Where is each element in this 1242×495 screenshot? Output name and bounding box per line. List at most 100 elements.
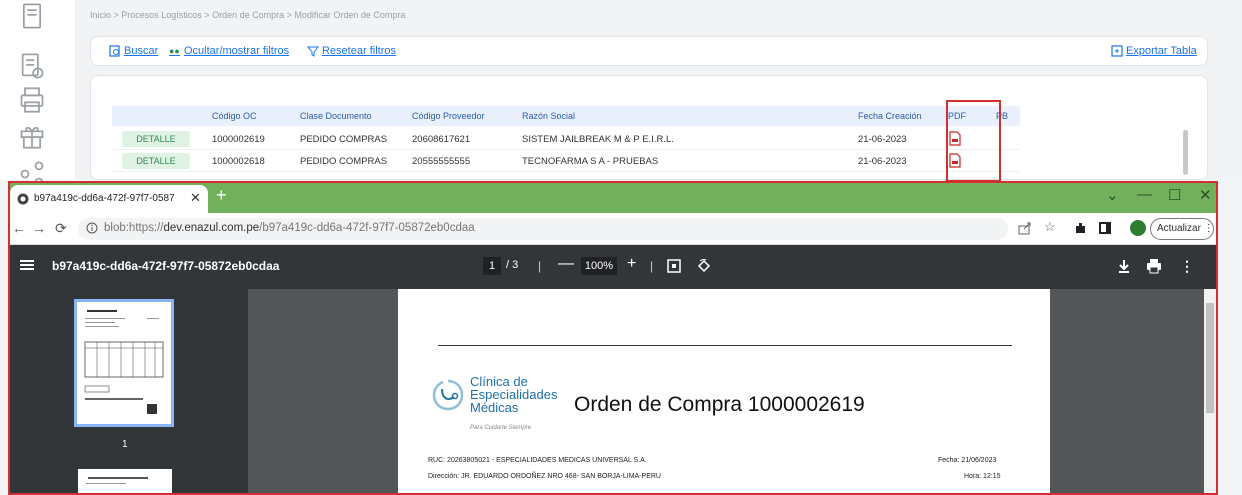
bookmark-star-icon[interactable]: ☆ xyxy=(1044,219,1058,234)
search-icon xyxy=(109,45,120,57)
export-table-label: Exportar Tabla xyxy=(1126,45,1197,57)
page-number-input[interactable]: 1 xyxy=(483,257,501,275)
export-table-button[interactable]: Exportar Tabla xyxy=(1111,45,1197,57)
reset-filters-button[interactable]: Resetear filtros xyxy=(307,45,396,57)
update-button[interactable]: Actualizar ⋮ xyxy=(1150,218,1214,240)
document-icon[interactable] xyxy=(18,2,46,30)
window-close-icon[interactable]: ✕ xyxy=(1199,186,1212,204)
address-bar: ← → ⟳ blob:https://dev.enazul.com.pe/b97… xyxy=(10,213,1216,245)
cell-codigo-oc: 1000002618 xyxy=(212,156,265,167)
minimize-icon[interactable]: — xyxy=(1137,186,1152,203)
pdf-viewer: 1 Clínica de Especialidades Médicas Para… xyxy=(10,289,1216,493)
thumbnail-page-number: 1 xyxy=(122,439,128,450)
update-label: Actualizar xyxy=(1157,223,1201,234)
clinic-logo-icon xyxy=(432,379,464,411)
page-total: / 3 xyxy=(506,259,519,271)
pdf-scrollbar-thumb[interactable] xyxy=(1206,303,1214,413)
date-line: Fecha: 21/06/2023 xyxy=(938,457,997,464)
pdf-toolbar: b97a419c-dd6a-472f-97f7-05872eb0cdaa 1 /… xyxy=(10,245,1216,289)
printer-icon[interactable] xyxy=(18,86,46,114)
divider xyxy=(438,345,1012,346)
zoom-out-icon[interactable]: — xyxy=(558,255,574,273)
info-icon[interactable] xyxy=(86,222,98,234)
page-thumbnail[interactable] xyxy=(74,299,174,427)
profile-avatar[interactable] xyxy=(1130,220,1146,236)
col-codigo-proveedor[interactable]: Código Proveedor xyxy=(412,111,485,121)
url-text: blob:https://dev.enazul.com.pe/b97a419c-… xyxy=(104,222,475,234)
filter-icon xyxy=(307,46,319,57)
app-window: Inicio > Procesos Logísticos > Orden de … xyxy=(0,0,1242,495)
cell-clase: PEDIDO COMPRAS xyxy=(300,134,388,145)
zoom-in-icon[interactable]: + xyxy=(627,255,636,273)
cell-codigo-oc: 1000002619 xyxy=(212,134,265,145)
document-title: Orden de Compra 1000002619 xyxy=(574,393,865,416)
download-icon[interactable] xyxy=(1116,258,1132,274)
extensions-icon[interactable] xyxy=(1073,221,1087,235)
pdf-page: Clínica de Especialidades Médicas Para C… xyxy=(398,289,1050,493)
binoculars-icon: ●● xyxy=(169,46,180,56)
detail-button[interactable]: DETALLE xyxy=(122,131,190,147)
rotate-icon[interactable] xyxy=(696,258,712,274)
logo-tagline: Para Cuidarte Siempre xyxy=(470,425,532,431)
thumbnail-preview xyxy=(86,477,148,484)
toggle-filters-button[interactable]: ●● Ocultar/mostrar filtros xyxy=(169,45,289,57)
cell-proveedor: 20555555555 xyxy=(412,156,471,167)
tab-strip: b97a419c-dd6a-472f-97f7-0587 ✕ + ⌄ — ☐ ✕ xyxy=(10,183,1216,213)
reload-icon[interactable]: ⟳ xyxy=(55,220,67,237)
globe-icon xyxy=(17,193,29,205)
back-icon[interactable]: ← xyxy=(12,220,26,236)
menu-icon[interactable] xyxy=(20,258,34,272)
gift-box-icon[interactable] xyxy=(18,122,46,150)
table-scrollbar[interactable] xyxy=(1183,130,1188,175)
col-fecha-creacion[interactable]: Fecha Creación xyxy=(858,111,922,121)
cell-proveedor: 20608617621 xyxy=(412,134,471,145)
reset-filters-label: Resetear filtros xyxy=(322,45,396,57)
left-sidebar xyxy=(0,0,75,187)
address-line: Dirección: JR. EDUARDO ORDOÑEZ NRO 468- … xyxy=(428,473,661,480)
col-razon-social[interactable]: Razón Social xyxy=(522,111,575,121)
tab-title: b97a419c-dd6a-472f-97f7-0587 xyxy=(34,193,175,204)
cell-fecha: 21-06-2023 xyxy=(858,134,907,145)
col-clase-documento[interactable]: Clase Documento xyxy=(300,111,372,121)
zoom-input[interactable]: 100% xyxy=(581,257,617,275)
more-options-icon[interactable]: ⋮ xyxy=(1180,258,1196,274)
table-row: DETALLE 1000002619 PEDIDO COMPRAS 206086… xyxy=(112,128,1020,150)
breadcrumb: Inicio > Procesos Logísticos > Orden de … xyxy=(90,10,406,20)
url-input[interactable]: blob:https://dev.enazul.com.pe/b97a419c-… xyxy=(78,218,1008,240)
pdf-document-name: b97a419c-dd6a-472f-97f7-05872eb0cdaa xyxy=(52,259,280,273)
tab-close-icon[interactable]: ✕ xyxy=(190,190,201,206)
ruc-line: RUC: 20263805021 - ESPECIALIDADES MEDICA… xyxy=(428,457,647,464)
logo-line-3: Médicas xyxy=(470,400,519,415)
maximize-icon[interactable]: ☐ xyxy=(1168,186,1181,204)
toggle-filters-label: Ocultar/mostrar filtros xyxy=(184,45,290,57)
col-codigo-oc[interactable]: Código OC xyxy=(212,111,257,121)
new-tab-icon[interactable]: + xyxy=(216,185,227,206)
browser-window: b97a419c-dd6a-472f-97f7-0587 ✕ + ⌄ — ☐ ✕… xyxy=(8,181,1218,495)
search-button[interactable]: Buscar xyxy=(109,45,158,57)
table-header: Código OC Clase Documento Código Proveed… xyxy=(112,106,1020,126)
print-icon[interactable] xyxy=(1146,258,1162,274)
tab-search-chevron-icon[interactable]: ⌄ xyxy=(1106,186,1119,204)
fit-page-icon[interactable] xyxy=(666,258,682,274)
cell-fecha: 21-06-2023 xyxy=(858,156,907,167)
search-label: Buscar xyxy=(124,45,159,57)
cell-clase: PEDIDO COMPRAS xyxy=(300,156,388,167)
thumbnail-panel: 1 xyxy=(10,289,248,493)
page-thumbnail[interactable] xyxy=(78,469,172,493)
detail-button[interactable]: DETALLE xyxy=(122,153,190,169)
separator: | xyxy=(650,259,654,273)
filter-toolbar: Buscar ●● Ocultar/mostrar filtros Resete… xyxy=(90,36,1208,66)
thumbnail-preview xyxy=(84,310,164,414)
report-icon[interactable] xyxy=(18,52,46,80)
separator: | xyxy=(538,259,542,273)
side-panel-icon[interactable] xyxy=(1098,221,1112,235)
share-page-icon[interactable] xyxy=(1018,221,1032,235)
browser-tab[interactable]: b97a419c-dd6a-472f-97f7-0587 ✕ xyxy=(10,185,208,213)
time-line: Hora: 12:15 xyxy=(964,473,1001,480)
pdf-scrollbar[interactable] xyxy=(1204,289,1216,493)
forward-icon[interactable]: → xyxy=(32,220,46,236)
pdf-column-highlight xyxy=(946,100,1001,182)
table-row: DETALLE 1000002618 PEDIDO COMPRAS 205555… xyxy=(112,150,1020,172)
cell-razon: SISTEM JAILBREAK M & P E.I.R.L. xyxy=(522,134,674,145)
export-icon xyxy=(1111,45,1123,57)
